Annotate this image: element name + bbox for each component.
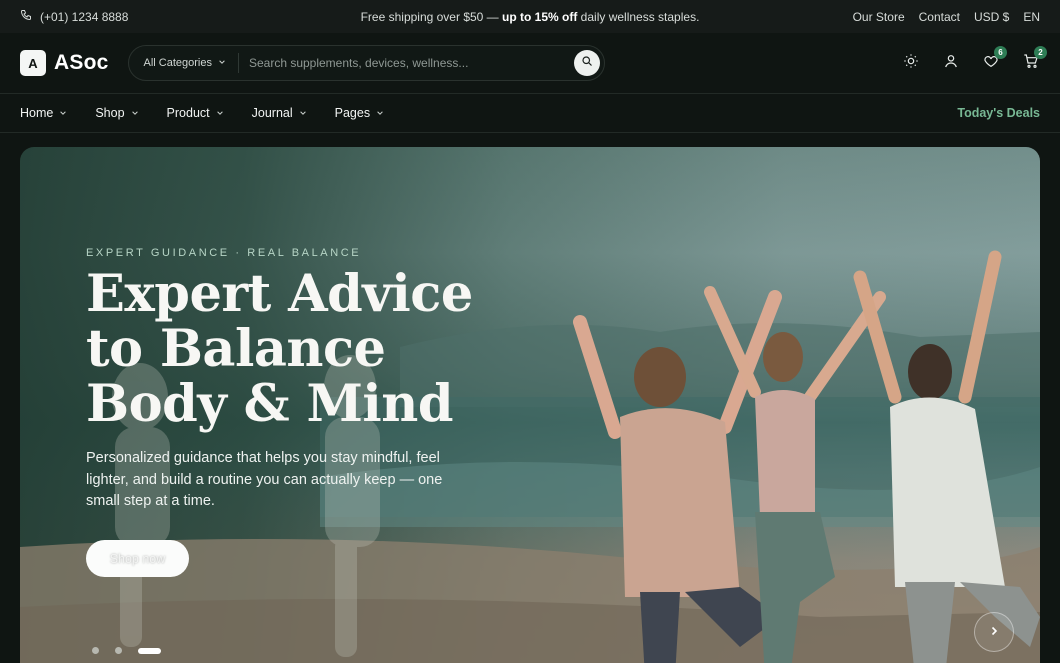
slide-dot-2[interactable] — [115, 647, 122, 654]
currency-selector[interactable]: USD $ — [974, 10, 1009, 24]
phone-icon — [20, 9, 32, 24]
theme-toggle-button[interactable] — [902, 53, 920, 74]
main-header: A ASoc All Categories Search supplements… — [0, 33, 1060, 93]
hero-banner: EXPERT GUIDANCE · REAL BALANCE Expert Ad… — [20, 147, 1040, 663]
chevron-down-icon — [216, 111, 223, 115]
logo-mark: A — [20, 50, 46, 76]
header-icons: 6 2 — [902, 46, 1047, 74]
nav-item-journal[interactable]: Journal — [252, 106, 307, 120]
promo-highlight: up to 15% off — [502, 9, 578, 24]
category-select[interactable]: All Categories — [143, 53, 239, 73]
slide-dot-3[interactable] — [138, 647, 161, 654]
sun-icon — [903, 53, 919, 74]
logo-text: ASoc — [54, 51, 109, 74]
account-button[interactable] — [942, 54, 960, 72]
chevron-down-icon — [299, 111, 306, 115]
nav-item-product[interactable]: Product — [167, 106, 224, 120]
phone-number: (+01) 1234 8888 — [40, 9, 129, 24]
main-nav: Home Shop Product Journal Pages Today's … — [0, 93, 1060, 133]
hero-subtitle: Personalized guidance that helps you sta… — [86, 450, 443, 509]
link-contact[interactable]: Contact — [919, 10, 960, 24]
chevron-down-icon — [131, 111, 138, 115]
chevron-down-icon — [218, 57, 226, 69]
link-our-store[interactable]: Our Store — [853, 10, 905, 24]
search-icon — [581, 54, 593, 72]
search-input[interactable] — [238, 56, 575, 70]
todays-deals-link[interactable]: Today's Deals — [957, 106, 1040, 120]
chevron-down-icon — [60, 111, 67, 115]
nav-item-home[interactable]: Home — [20, 106, 67, 120]
top-links: Our Store Contact USD $ EN — [853, 10, 1040, 24]
search-bar: All Categories — [128, 45, 606, 81]
nav-item-pages[interactable]: Pages — [335, 106, 384, 120]
next-slide-button[interactable] — [974, 612, 1014, 652]
hero-title: Expert Advice to Balance Body & Mind — [86, 264, 473, 434]
hero-eyebrow: EXPERT GUIDANCE · REAL BALANCE — [86, 247, 362, 259]
cart-count-badge: 2 — [1034, 46, 1047, 59]
cart-button[interactable]: 2 — [1022, 46, 1047, 72]
slide-dot-1[interactable] — [92, 647, 99, 654]
phone-contact[interactable]: (+01) 1234 8888 — [20, 9, 128, 24]
wishlist-button[interactable]: 6 — [982, 46, 1007, 72]
wishlist-count-badge: 6 — [994, 46, 1007, 59]
logo[interactable]: A ASoc — [20, 50, 108, 76]
shop-now-button[interactable]: Shop now — [86, 540, 189, 577]
search-button[interactable] — [574, 50, 601, 76]
top-bar: (+01) 1234 8888 Free shipping over $50 —… — [0, 0, 1060, 33]
chevron-right-icon — [989, 623, 999, 641]
nav-item-shop[interactable]: Shop — [95, 106, 138, 120]
chevron-down-icon — [377, 111, 383, 115]
user-icon — [943, 53, 959, 74]
slide-dots — [92, 647, 161, 654]
language-selector[interactable]: EN — [1023, 10, 1040, 24]
category-label: All Categories — [143, 57, 212, 69]
